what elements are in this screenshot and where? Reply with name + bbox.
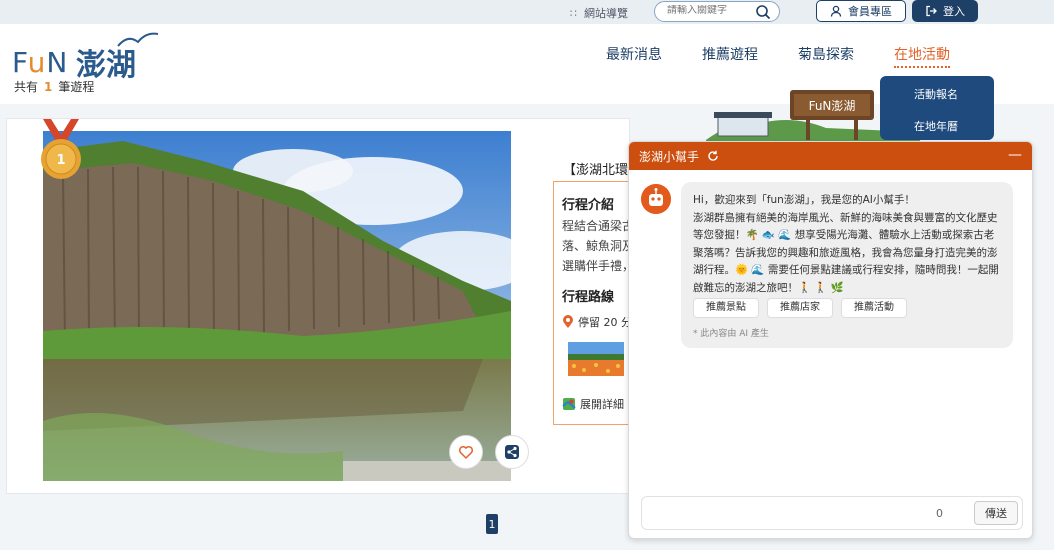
share-icon: [505, 445, 519, 459]
expand-details-text: 展開詳細: [580, 398, 624, 411]
tour-card: 1 【澎湖北環】 行程介紹 程結合通梁古 落、鯨魚洞及 選購伴手禮， 行程路線 …: [6, 118, 643, 494]
dropdown-item-activity-signup[interactable]: 活動報名: [914, 86, 958, 102]
dropdown-item-local-calendar[interactable]: 在地年曆: [914, 118, 958, 134]
user-icon: [830, 5, 842, 17]
chat-input-field[interactable]: 0 傳送: [641, 496, 1023, 530]
share-button[interactable]: [495, 435, 529, 469]
banner-sign-text: FuN澎湖: [809, 98, 856, 113]
tour-count-value: 1: [44, 80, 53, 94]
flower-field-thumbnail: [568, 342, 624, 376]
nav-item-local-activities[interactable]: 在地活動: [894, 44, 950, 68]
tour-count-suffix: 筆遊程: [58, 80, 95, 94]
intro-line-3: 選購伴手禮，: [562, 259, 635, 273]
route-heading: 行程路線: [562, 290, 615, 305]
send-button[interactable]: 傳送: [974, 501, 1018, 525]
nav-item-explore[interactable]: 菊島探索: [798, 44, 854, 68]
search-input[interactable]: [667, 5, 757, 16]
logo-fun-mark: FuN: [12, 46, 69, 79]
nav-item-news[interactable]: 最新消息: [606, 44, 662, 68]
member-area-label: 會員專區: [848, 5, 892, 18]
stay-duration-text: 停留 20 分: [578, 316, 632, 329]
login-label: 登入: [943, 5, 965, 18]
chip-recommend-attractions[interactable]: 推薦景點: [693, 298, 759, 318]
chat-title: 澎湖小幫手: [639, 149, 700, 164]
chatbot-avatar-icon: [641, 184, 671, 214]
refresh-icon[interactable]: [707, 150, 719, 162]
sitemap-label: 網站導覽: [584, 7, 628, 20]
page: ∷網站導覽 會員專區 登入 FuN 澎湖 共有1筆遊程 最新消息 推薦遊程 菊島…: [0, 0, 1054, 550]
grid-icon: ∷: [570, 7, 578, 20]
route-thumbnail[interactable]: [568, 342, 624, 376]
intro-line-2: 落、鯨魚洞及: [562, 239, 635, 253]
search-box: [654, 1, 780, 22]
main-nav: 最新消息 推薦遊程 菊島探索 在地活動: [606, 44, 950, 68]
local-activities-dropdown: 活動報名 在地年曆: [880, 76, 994, 140]
site-logo[interactable]: FuN 澎湖 共有 1 筆遊程: [12, 30, 162, 100]
ai-chat-widget: 澎湖小幫手 — Hi，歡迎來到「fun澎湖」，我是您的AI小幫手！ 澎湖群島擁有…: [628, 141, 1033, 539]
intro-heading: 行程介紹: [562, 198, 615, 213]
chat-header: 澎湖小幫手 —: [629, 142, 1032, 170]
ai-generated-note: * 此內容由 AI 產生: [693, 329, 769, 339]
rank-number: 1: [56, 153, 65, 168]
map-icon: [562, 398, 576, 410]
chat-minimize-button[interactable]: —: [1008, 147, 1022, 163]
expand-details-link[interactable]: 展開詳細: [562, 396, 624, 412]
seagull-icon: [117, 32, 159, 47]
nav-item-recommended-tours[interactable]: 推薦遊程: [702, 44, 758, 68]
chat-message-text: Hi，歡迎來到「fun澎湖」，我是您的AI小幫手！ 澎湖群島擁有絕美的海岸風光、…: [693, 194, 999, 294]
char-counter: 0: [936, 507, 943, 520]
tour-photo[interactable]: [43, 131, 511, 481]
location-pin-icon: [563, 315, 573, 328]
quick-reply-chips: 推薦景點 推薦店家 推薦活動: [693, 298, 907, 318]
rank-medal-icon: 1: [41, 119, 81, 179]
login-icon: [926, 5, 937, 17]
pagination-current-page[interactable]: 1: [486, 514, 498, 534]
chat-message-bubble: Hi，歡迎來到「fun澎湖」，我是您的AI小幫手！ 澎湖群島擁有絕美的海岸風光、…: [681, 182, 1013, 348]
tour-count: 共有 1 筆遊程: [14, 78, 94, 95]
chip-recommend-activities[interactable]: 推薦活動: [841, 298, 907, 318]
member-area-button[interactable]: 會員專區: [816, 0, 906, 22]
chip-recommend-shops[interactable]: 推薦店家: [767, 298, 833, 318]
top-utility-bar: ∷ 網站導覽 會員專區 登入: [0, 0, 1054, 24]
basalt-cliff-photo: [43, 131, 511, 481]
intro-line-1: 程結合通梁古: [562, 219, 635, 233]
tour-count-prefix: 共有: [14, 80, 39, 94]
favorite-button[interactable]: [449, 435, 483, 469]
login-button[interactable]: 登入: [912, 0, 978, 22]
stay-duration: 停留 20 分: [562, 314, 632, 330]
heart-icon: [458, 445, 474, 460]
sitemap-link[interactable]: ∷ 網站導覽: [570, 5, 628, 21]
search-icon[interactable]: [755, 4, 771, 20]
